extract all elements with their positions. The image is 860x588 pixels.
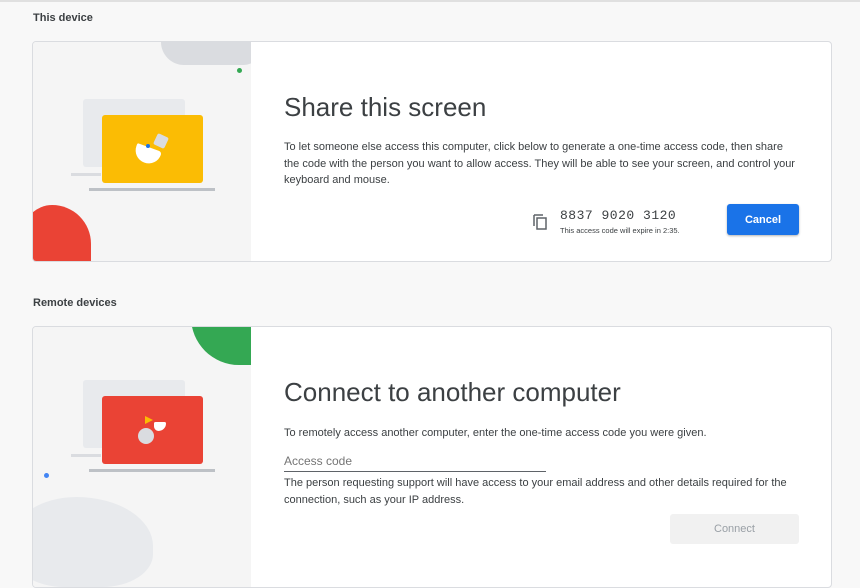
yellow-triangle bbox=[145, 416, 153, 424]
red-screen bbox=[102, 396, 203, 464]
connect-card: Connect to another computer To remotely … bbox=[32, 326, 832, 588]
copy-icon[interactable] bbox=[532, 213, 548, 231]
share-screen-card: Share this screen To let someone else ac… bbox=[32, 41, 832, 262]
connect-illustration bbox=[33, 327, 251, 587]
privacy-note: The person requesting support will have … bbox=[284, 477, 787, 506]
gray-shape bbox=[138, 428, 154, 444]
share-illustration bbox=[33, 42, 251, 261]
access-code-input[interactable] bbox=[284, 451, 546, 472]
connect-title: Connect to another computer bbox=[284, 377, 621, 407]
expiry-text: This access code will expire in 2:35. bbox=[560, 226, 680, 235]
blue-dot bbox=[146, 144, 150, 148]
gray-square bbox=[153, 133, 169, 149]
section-remote-devices: Remote devices bbox=[33, 297, 117, 309]
section-this-device: This device bbox=[33, 12, 93, 24]
gray-blob bbox=[33, 497, 153, 587]
connect-button[interactable]: Connect bbox=[670, 514, 799, 544]
laptop-base bbox=[89, 469, 215, 472]
laptop-base bbox=[89, 188, 215, 191]
white-shape bbox=[154, 422, 166, 431]
green-dot bbox=[237, 68, 242, 73]
share-description: To let someone else access this computer… bbox=[284, 141, 795, 186]
red-blob bbox=[33, 205, 91, 261]
access-code: 8837 9020 3120 bbox=[560, 208, 677, 223]
connect-description: To remotely access another computer, ent… bbox=[284, 427, 707, 439]
top-divider bbox=[0, 0, 860, 2]
blue-dot bbox=[44, 473, 49, 478]
gray-blob bbox=[161, 42, 251, 65]
share-title: Share this screen bbox=[284, 92, 487, 122]
back-base bbox=[71, 173, 101, 176]
back-base bbox=[71, 454, 101, 457]
cancel-button[interactable]: Cancel bbox=[727, 204, 799, 235]
yellow-screen bbox=[102, 115, 203, 183]
green-blob bbox=[191, 327, 251, 365]
